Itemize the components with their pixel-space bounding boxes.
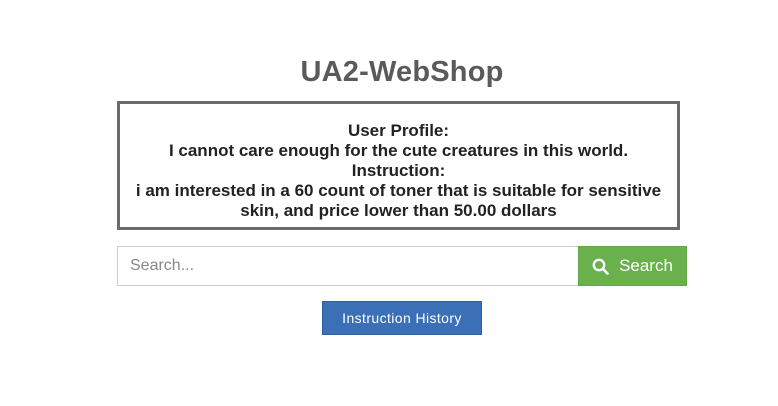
instruction-heading: Instruction:: [351, 161, 446, 180]
search-button[interactable]: Search: [578, 246, 687, 286]
page-title: UA2-WebShop: [300, 56, 504, 88]
profile-text: I cannot care enough for the cute creatu…: [168, 141, 629, 160]
instruction-text-line-1: i am interested in a 60 count of toner t…: [135, 181, 662, 200]
search-bar: Search: [117, 246, 687, 286]
search-input[interactable]: [117, 246, 578, 286]
instruction-history-button[interactable]: Instruction History: [322, 301, 482, 335]
search-button-label: Search: [619, 256, 673, 275]
profile-heading: User Profile:: [347, 121, 450, 140]
search-icon: [592, 258, 609, 275]
instruction-panel: User Profile: I cannot care enough for t…: [117, 101, 680, 230]
instruction-text-line-2: skin, and price lower than 50.00 dollars: [240, 201, 557, 220]
